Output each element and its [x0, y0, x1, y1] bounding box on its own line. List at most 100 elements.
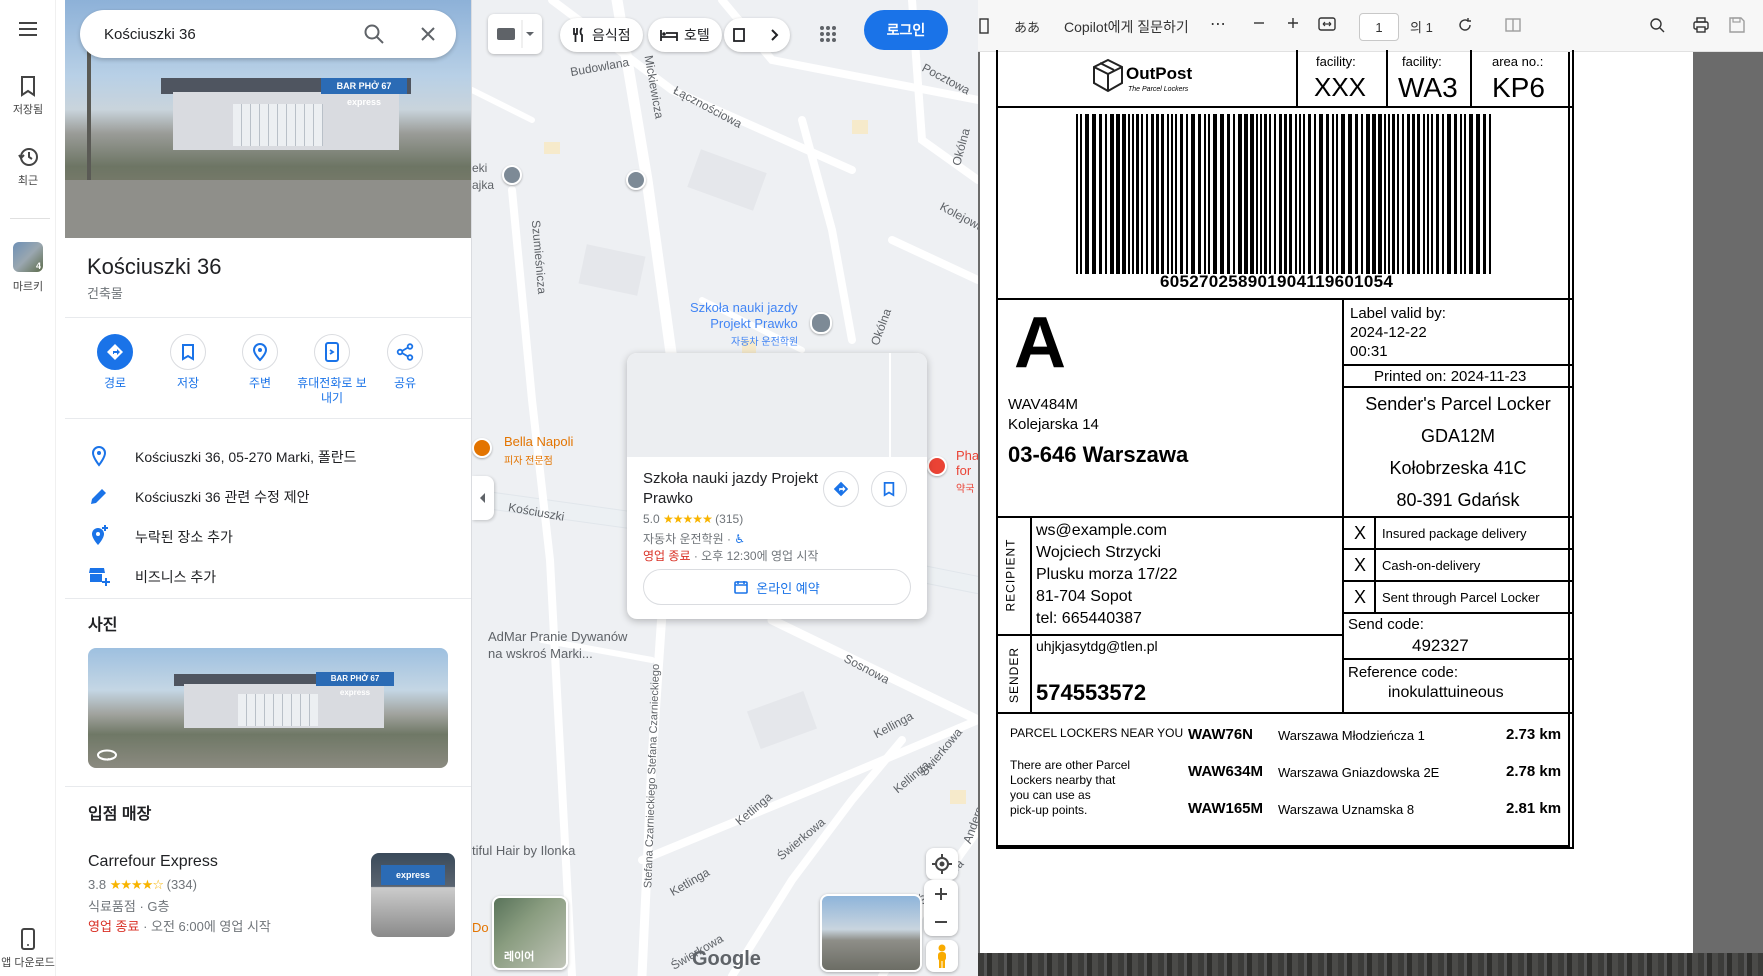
place-preview-card[interactable]: Szkoła nauki jazdy Projekt Prawko 5.0 ★★…	[627, 353, 927, 619]
more-options-button[interactable]: ⋯	[1210, 14, 1226, 34]
search-icon	[364, 24, 384, 44]
book-online-label: 온라인 예약	[756, 580, 820, 596]
zoom-in-pdf-button[interactable]	[1286, 16, 1300, 30]
menu-button[interactable]	[0, 20, 56, 42]
rail-saved-button[interactable]: 저장됨	[0, 75, 56, 117]
google-apps-button[interactable]	[812, 18, 844, 50]
nearby-button[interactable]: 주변	[224, 334, 296, 391]
my-location-icon	[932, 854, 952, 874]
school-pin-icon[interactable]	[626, 170, 646, 190]
save-button[interactable]: 저장	[152, 334, 224, 391]
chip-hotels[interactable]: 호텔	[648, 18, 722, 52]
chip-more[interactable]	[724, 18, 790, 52]
store-rating: 3.8 ★★★★☆ (334)	[88, 877, 197, 893]
search-input[interactable]	[104, 10, 364, 58]
photo-thumbnail[interactable]: BAR PHỞ 67 express	[88, 648, 448, 768]
barcode-bar	[1436, 114, 1439, 274]
map-canvas[interactable]: Budowlana Mickiewicza Łącznościowa Poczt…	[472, 0, 978, 976]
poi-pharmacy-name[interactable]: Pha for	[956, 448, 978, 478]
suggest-edit-row[interactable]: Kościuszki 36 관련 수정 제안	[65, 475, 471, 515]
card-save-button[interactable]	[871, 471, 907, 507]
pegman-button[interactable]	[926, 940, 958, 972]
zoom-controls	[924, 880, 958, 936]
pharmacy-pin-icon[interactable]	[927, 456, 947, 476]
check-box: X	[1342, 516, 1376, 550]
photo-sign: BAR PHỞ 67 express	[316, 672, 394, 697]
directions-icon	[833, 481, 849, 497]
input-tools-button[interactable]	[488, 14, 542, 54]
share-button[interactable]: 공유	[369, 334, 441, 391]
card-closed-status: 영업 종료	[643, 549, 691, 563]
add-location-icon	[92, 525, 108, 545]
find-button[interactable]	[1648, 16, 1666, 34]
add-missing-place-row[interactable]: 누락된 장소 추가	[65, 515, 471, 555]
read-aloud-button[interactable]: ああ	[1014, 17, 1040, 36]
save-pdf-button[interactable]	[1728, 16, 1746, 34]
print-button[interactable]	[1692, 16, 1710, 34]
poi-hair-salon[interactable]: tiful Hair by Ilonka	[472, 843, 575, 858]
poi-partial[interactable]: Do	[472, 920, 489, 935]
barcode-bar	[1460, 114, 1462, 274]
rail-saved-label: 저장됨	[12, 104, 44, 116]
close-search-button[interactable]	[416, 22, 440, 46]
directions-button[interactable]: 경로	[79, 334, 151, 391]
barcode-bar	[1122, 114, 1126, 274]
sidebar-toggle-icon[interactable]	[978, 17, 992, 35]
zoom-out-button[interactable]	[924, 908, 958, 936]
chevron-left-icon	[480, 493, 485, 503]
place-thumbnail: 4	[13, 242, 43, 272]
card-title[interactable]: Szkoła nauki jazdy Projekt Prawko	[643, 469, 843, 509]
brand-name: OutPost	[1126, 64, 1193, 83]
barcode-bar	[1204, 114, 1206, 274]
barcode-bar	[1269, 114, 1271, 274]
address-row[interactable]: Kościuszki 36, 05-270 Marki, 폴란드	[65, 435, 471, 475]
poi-rug-cleaning[interactable]: AdMar Pranie Dywanów na wskroś Marki...	[488, 628, 627, 662]
chip-restaurants[interactable]: 음식점	[560, 18, 643, 52]
barcode-bar	[1092, 114, 1096, 274]
zoom-in-button[interactable]	[924, 880, 958, 908]
map-pin[interactable]	[502, 165, 522, 185]
school-pin-selected-icon[interactable]	[810, 312, 832, 334]
login-button[interactable]: 로그인	[864, 10, 948, 50]
check-text: Sent through Parcel Locker	[1382, 590, 1540, 605]
poi-pizza-name[interactable]: Bella Napoli	[504, 434, 573, 449]
poi-label-partial[interactable]: eki ajka	[472, 160, 494, 194]
card-photo[interactable]	[627, 353, 927, 457]
card-rating: 5.0 ★★★★★ (315)	[643, 512, 743, 526]
zoom-out-pdf-button[interactable]	[1252, 16, 1266, 30]
rail-recent-button[interactable]: 최근	[0, 146, 56, 188]
area-cell: area no.: KP6	[1470, 50, 1574, 108]
layers-button[interactable]: 레이어	[492, 896, 568, 970]
two-page-button[interactable]	[1504, 16, 1522, 34]
page-number-input[interactable]	[1359, 13, 1399, 41]
rotate-button[interactable]	[1456, 16, 1474, 34]
search-button[interactable]	[362, 22, 386, 46]
validity-cell: Label valid by: 2024-12-22 00:31	[1342, 298, 1574, 366]
restaurant-pin-icon[interactable]	[472, 438, 492, 458]
store-photo[interactable]: express	[371, 853, 455, 937]
nearby-address: Warszawa Gniazdowska 2E	[1278, 765, 1440, 780]
nearby-cell: PARCEL LOCKERS NEAR YOU There are other …	[996, 712, 1574, 849]
street-view-thumbnail[interactable]	[820, 894, 922, 972]
add-business-row[interactable]: 비즈니스 추가	[65, 555, 471, 595]
ask-copilot-button[interactable]: Copilot에게 질문하기	[1064, 17, 1189, 37]
my-location-button[interactable]	[926, 848, 958, 880]
barcode-bar	[1442, 114, 1444, 274]
rail-get-app-button[interactable]: 앱 다운로드	[0, 928, 56, 970]
nearby-address: Warszawa Uznamska 8	[1278, 802, 1415, 817]
barcode-bar	[1080, 114, 1082, 274]
poi-school-name[interactable]: Szkoła nauki jazdy Projekt Prawko	[690, 300, 798, 332]
barcode-bar	[1299, 114, 1301, 274]
card-directions-button[interactable]	[823, 471, 859, 507]
store-name[interactable]: Carrefour Express	[88, 853, 218, 871]
dest-street: Kolejarska 14	[1008, 416, 1099, 433]
layers-label: 레이어	[504, 951, 535, 963]
book-online-button[interactable]: 온라인 예약	[643, 569, 911, 605]
share-icon	[396, 343, 414, 361]
collapse-panel-button[interactable]	[472, 476, 494, 520]
rail-recent-place-marki[interactable]: 4 마르키	[0, 242, 56, 294]
phone-icon	[21, 928, 35, 950]
store-hours: 영업 종료 · 오전 6:00에 영업 시작	[88, 916, 271, 935]
send-to-phone-button[interactable]: 휴대전화로 보내기	[296, 334, 368, 406]
fit-page-button[interactable]	[1318, 16, 1336, 32]
